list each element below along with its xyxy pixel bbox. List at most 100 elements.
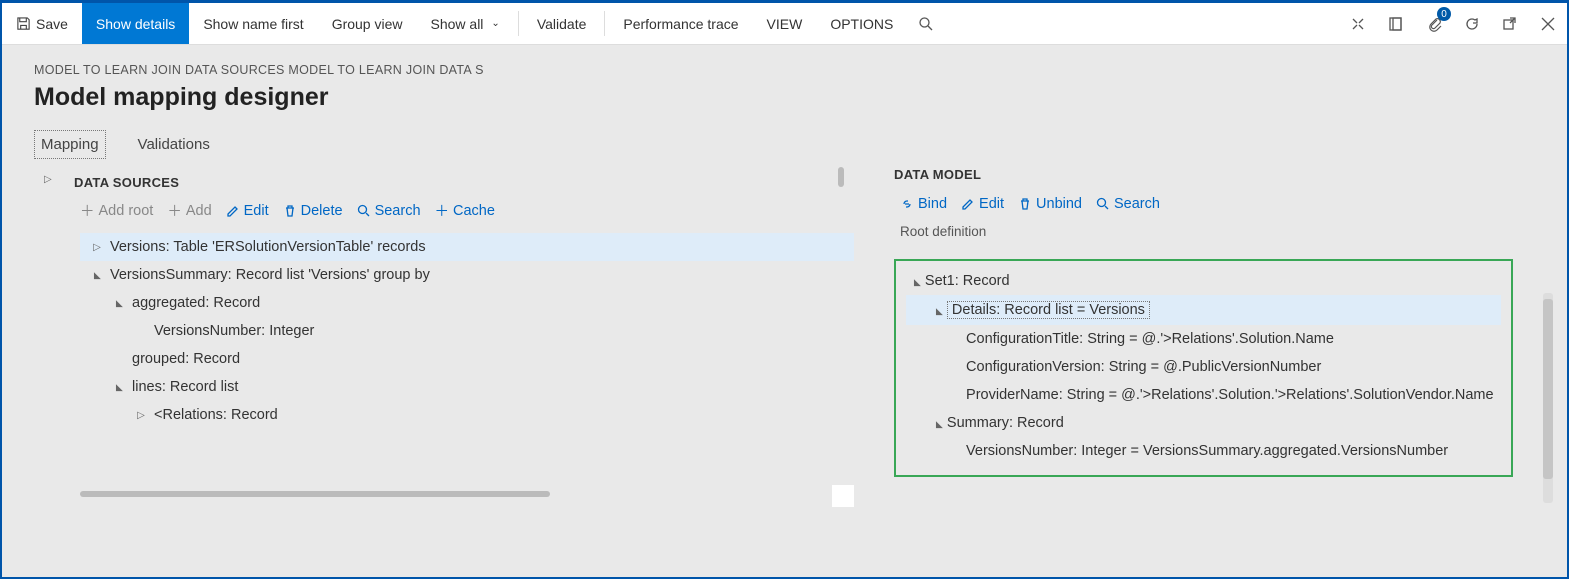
tree-node-label: VersionsNumber: Integer = VersionsSummar… (966, 443, 1448, 459)
tree-row[interactable]: <Relations: Record (80, 401, 854, 429)
expand-icon[interactable] (90, 241, 104, 253)
tree-node-label: lines: Record list (132, 379, 238, 395)
pencil-icon (961, 197, 975, 211)
search-icon (918, 16, 934, 32)
search-button[interactable]: Search (1096, 196, 1160, 212)
collapse-icon[interactable] (914, 273, 921, 289)
attachments-badge: 0 (1437, 7, 1451, 21)
tree-row[interactable]: Set1: Record (906, 267, 1501, 295)
tree-row[interactable]: VersionsNumber: Integer = VersionsSummar… (906, 437, 1501, 465)
delete-label: Delete (301, 203, 343, 219)
page-scrollbar[interactable] (1543, 293, 1553, 503)
plus-icon: ＋ (435, 200, 450, 221)
refresh-icon (1464, 16, 1480, 32)
data-sources-actions: ＋ Add root ＋ Add Edit Delete Search (80, 200, 854, 221)
edit-label: Edit (979, 196, 1004, 212)
performance-trace-button[interactable]: Performance trace (609, 3, 752, 44)
popout-icon (1502, 16, 1518, 32)
tree-node-label: Summary: Record (947, 415, 1064, 431)
tree-row[interactable]: Details: Record list = Versions (906, 295, 1501, 325)
delete-button[interactable]: Delete (283, 203, 343, 219)
tree-row[interactable]: ConfigurationVersion: String = @.PublicV… (906, 353, 1501, 381)
collapse-icon[interactable] (112, 297, 126, 309)
tree-node-label: aggregated: Record (132, 295, 260, 311)
tab-validations[interactable]: Validations (136, 130, 212, 159)
validate-button[interactable]: Validate (523, 3, 601, 44)
search-label: Search (375, 203, 421, 219)
caret-placeholder (958, 387, 962, 403)
search-button[interactable] (907, 3, 945, 44)
refresh-button[interactable] (1453, 3, 1491, 44)
tree-node-label: ConfigurationVersion: String = @.PublicV… (966, 359, 1321, 375)
separator (518, 11, 519, 36)
tree-node-label: ConfigurationTitle: String = @.'>Relatio… (966, 331, 1334, 347)
cache-button[interactable]: ＋ Cache (435, 200, 495, 221)
close-button[interactable] (1529, 3, 1567, 44)
tabs: Mapping Validations (34, 130, 1539, 159)
options-menu[interactable]: OPTIONS (816, 3, 907, 44)
tree-row[interactable]: lines: Record list (80, 373, 854, 401)
show-all-dropdown[interactable]: Show all ⌄ (417, 3, 514, 44)
caret-placeholder (958, 443, 962, 459)
view-menu[interactable]: VIEW (753, 3, 817, 44)
perf-trace-label: Performance trace (623, 16, 738, 32)
show-name-first-button[interactable]: Show name first (189, 3, 317, 44)
collapse-icon[interactable] (936, 415, 943, 431)
popout-button[interactable] (1491, 3, 1529, 44)
search-button[interactable]: Search (357, 203, 421, 219)
tab-mapping[interactable]: Mapping (34, 130, 106, 159)
data-model-panel: DATA MODEL Bind Edit Unbind Search (894, 167, 1539, 477)
caret-placeholder (958, 359, 962, 375)
trash-icon (283, 204, 297, 218)
panel-expand-button[interactable] (44, 173, 52, 185)
tree-row[interactable]: Summary: Record (906, 409, 1501, 437)
root-definition-label: Root definition (900, 224, 1539, 239)
data-model-header: DATA MODEL (894, 167, 1539, 182)
office-button[interactable] (1377, 3, 1415, 44)
tree-row[interactable]: grouped: Record (80, 345, 854, 373)
add-label: Add (186, 203, 212, 219)
add-root-button[interactable]: ＋ Add root (80, 200, 153, 221)
expand-icon[interactable] (134, 409, 148, 421)
save-label: Save (36, 16, 68, 32)
show-details-button[interactable]: Show details (82, 3, 189, 44)
attachments-button[interactable]: 0 (1415, 3, 1453, 44)
data-sources-header: DATA SOURCES (74, 175, 854, 190)
connect-icon (1350, 16, 1366, 32)
tree-row[interactable]: aggregated: Record (80, 289, 854, 317)
tree-row[interactable]: ConfigurationTitle: String = @.'>Relatio… (906, 325, 1501, 353)
tree-node-label: <Relations: Record (154, 407, 278, 423)
tree-row[interactable]: VersionsNumber: Integer (80, 317, 854, 345)
chevron-down-icon: ⌄ (491, 18, 499, 29)
plus-icon: ＋ (80, 200, 95, 221)
collapse-icon[interactable] (90, 269, 104, 281)
collapse-icon[interactable] (936, 302, 943, 318)
add-button[interactable]: ＋ Add (167, 200, 211, 221)
data-sources-panel: DATA SOURCES ＋ Add root ＋ Add Edit Delet… (34, 167, 854, 477)
edit-label: Edit (244, 203, 269, 219)
tree-row[interactable]: ProviderName: String = @.'>Relations'.So… (906, 381, 1501, 409)
collapse-icon[interactable] (112, 381, 126, 393)
unbind-button[interactable]: Unbind (1018, 196, 1082, 212)
group-view-button[interactable]: Group view (318, 3, 417, 44)
link-icon (900, 197, 914, 211)
horizontal-scrollbar[interactable] (80, 491, 550, 501)
edit-button[interactable]: Edit (226, 203, 269, 219)
bind-label: Bind (918, 196, 947, 212)
toolbar: Save Show details Show name first Group … (2, 3, 1567, 45)
save-button[interactable]: Save (2, 3, 82, 44)
add-root-label: Add root (99, 203, 154, 219)
bind-button[interactable]: Bind (900, 196, 947, 212)
vertical-scrollbar[interactable] (838, 167, 848, 187)
tree-row[interactable]: Versions: Table 'ERSolutionVersionTable'… (80, 233, 854, 261)
page-title: Model mapping designer (34, 83, 1539, 112)
show-name-first-label: Show name first (203, 16, 303, 32)
caret-placeholder (958, 331, 962, 347)
tree-node-label: Set1: Record (925, 273, 1010, 289)
data-sources-tree: Versions: Table 'ERSolutionVersionTable'… (80, 233, 854, 429)
validate-label: Validate (537, 16, 587, 32)
edit-button[interactable]: Edit (961, 196, 1004, 212)
connect-button[interactable] (1339, 3, 1377, 44)
tree-row[interactable]: VersionsSummary: Record list 'Versions' … (80, 261, 854, 289)
show-all-label: Show all (431, 16, 484, 32)
